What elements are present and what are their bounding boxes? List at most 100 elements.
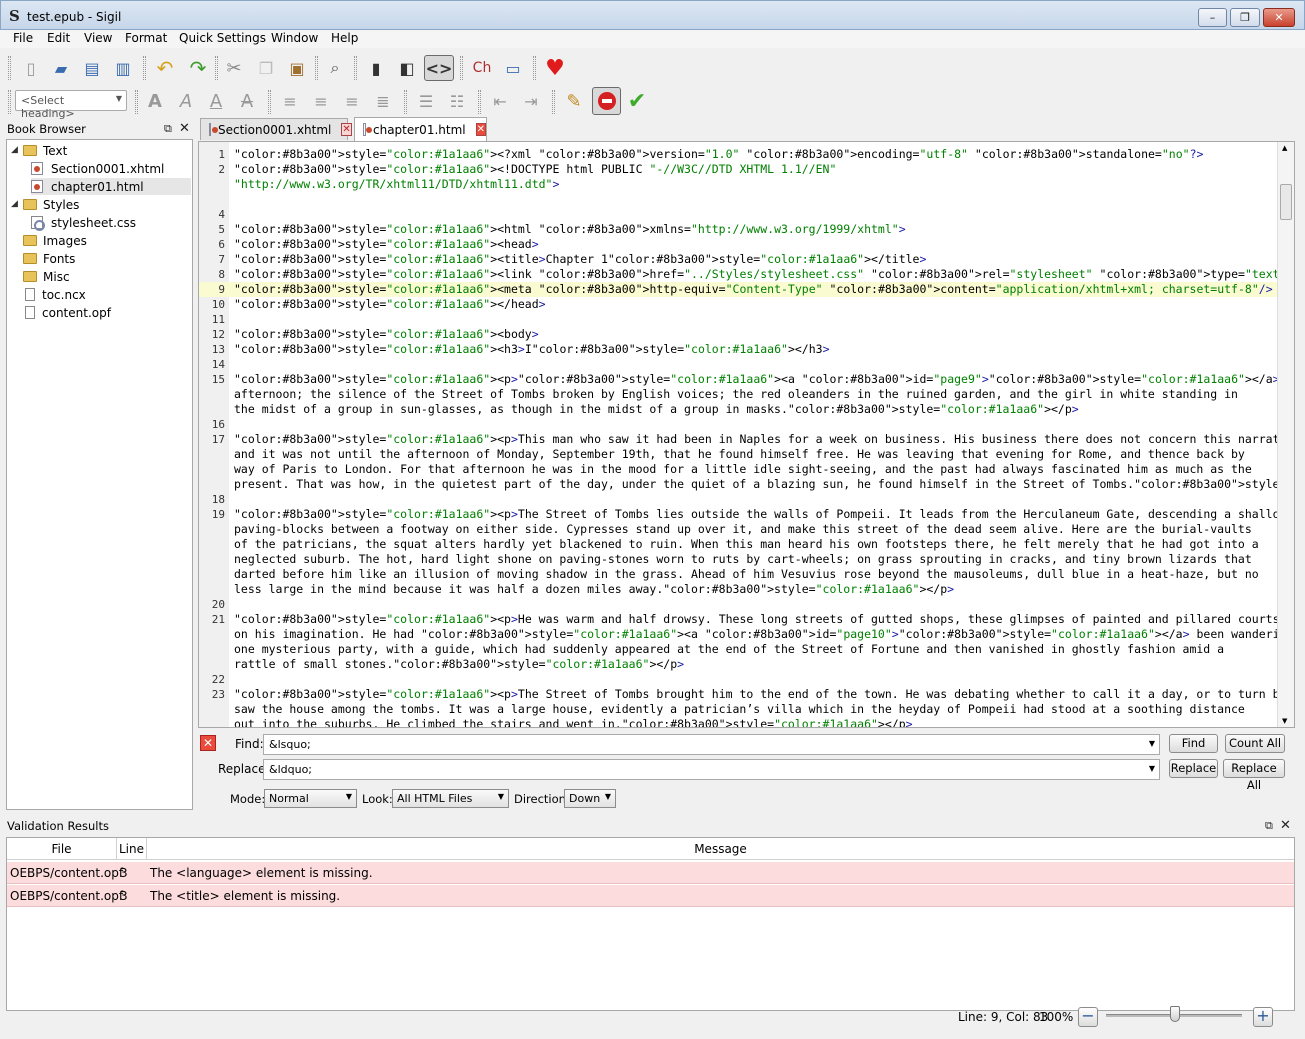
find-button[interactable]: Find (1169, 734, 1218, 753)
italic-icon[interactable]: A (173, 88, 199, 114)
code-line[interactable]: afternoon; the silence of the Street of … (199, 387, 1277, 402)
expand-arrow-icon[interactable]: ◢ (11, 199, 18, 209)
close-find-icon[interactable]: ✕ (200, 735, 216, 751)
zoom-slider-handle[interactable] (1170, 1006, 1180, 1022)
tree-item-styles-folder[interactable]: Styles (23, 196, 79, 213)
code-line[interactable]: 12 "color:#8b3a00">style="color:#1a1aa6">… (199, 327, 1277, 342)
code-line[interactable]: paving-blocks between a footway on eithe… (199, 522, 1277, 537)
bold-icon[interactable]: A (142, 88, 168, 114)
toolbar-grip[interactable] (460, 56, 463, 80)
code-line[interactable]: 18 (199, 492, 1277, 507)
float-panel-icon[interactable]: ⧉ (1265, 819, 1273, 833)
tree-item-chapter01[interactable]: chapter01.html (31, 178, 191, 195)
toolbar-grip[interactable] (478, 90, 481, 114)
justify-icon[interactable]: ≣ (370, 88, 396, 114)
new-file-icon[interactable]: ▯ (18, 55, 44, 81)
tree-item-section0001[interactable]: Section0001.xhtml (31, 160, 164, 177)
toolbar-grip[interactable] (404, 90, 407, 114)
code-line[interactable]: 17 "color:#8b3a00">style="color:#1a1aa6"… (199, 432, 1294, 447)
validate-icon[interactable]: ✔ (624, 88, 650, 114)
code-line[interactable]: darted before him like an illusion of mo… (199, 567, 1277, 582)
toolbar-grip[interactable] (143, 56, 146, 80)
code-line[interactable]: rattle of small stones."color:#8b3a00">s… (199, 657, 1277, 672)
code-line[interactable]: 11 (199, 312, 1277, 327)
look-select[interactable]: All HTML Files ▼ (392, 789, 509, 808)
close-tab-icon[interactable]: ✕ (341, 123, 352, 136)
bullet-list-icon[interactable]: ☰ (413, 88, 439, 114)
tree-item-toc[interactable]: toc.ncx (25, 286, 86, 303)
menu-file[interactable]: File (13, 31, 33, 45)
code-line[interactable]: neglected suburb. The hot, hard light sh… (199, 552, 1277, 567)
align-center-icon[interactable]: ≡ (308, 88, 334, 114)
cut-icon[interactable]: ✂ (221, 55, 247, 81)
tree-item-misc-folder[interactable]: Misc (23, 268, 70, 285)
tree-item-content-opf[interactable]: content.opf (25, 304, 111, 321)
code-line[interactable]: 15 "color:#8b3a00">style="color:#1a1aa6"… (199, 372, 1294, 387)
code-line[interactable]: 7 "color:#8b3a00">style="color:#1a1aa6">… (199, 252, 1277, 267)
replace-all-button[interactable]: Replace All (1223, 759, 1285, 792)
code-line[interactable]: the midst of a group in sun-glasses, as … (199, 402, 1277, 417)
code-line[interactable]: way of Paris to London. For that afterno… (199, 462, 1277, 477)
toolbar-grip[interactable] (135, 90, 138, 114)
code-line[interactable]: 1 "color:#8b3a00">style="color:#1a1aa6"><… (199, 147, 1277, 162)
code-line[interactable]: 21 "color:#8b3a00">style="color:#1a1aa6"… (199, 612, 1294, 627)
maximize-button[interactable]: ❐ (1230, 8, 1260, 27)
close-panel-icon[interactable]: ✕ (179, 121, 190, 136)
close-panel-icon[interactable]: ✕ (1280, 818, 1291, 833)
code-line[interactable]: 9 "color:#8b3a00">style="color:#1a1aa6">… (199, 282, 1277, 297)
count-all-button[interactable]: Count All (1225, 734, 1285, 753)
preview-icon[interactable]: ▭ (500, 55, 526, 81)
increase-indent-icon[interactable]: ⇥ (518, 88, 544, 114)
float-panel-icon[interactable]: ⧉ (164, 122, 172, 136)
replace-input[interactable]: &ldquo; ▼ (263, 759, 1160, 780)
find-input[interactable]: &lsquo; ▼ (263, 734, 1160, 755)
menu-help[interactable]: Help (331, 31, 358, 45)
donate-heart-icon[interactable]: ♥ (542, 55, 568, 81)
tree-item-fonts-folder[interactable]: Fonts (23, 250, 75, 267)
find-icon[interactable]: ⌕ (322, 55, 348, 81)
open-icon[interactable]: ▰ (48, 55, 74, 81)
spellcheck-icon[interactable]: Ch (469, 55, 495, 81)
code-line[interactable]: 19 "color:#8b3a00">style="color:#1a1aa6"… (199, 507, 1294, 522)
code-line[interactable]: 14 (199, 357, 1277, 372)
code-line[interactable]: 2 "color:#8b3a00">style="color:#1a1aa6"><… (199, 162, 1277, 177)
column-header-file[interactable]: File (7, 838, 117, 860)
code-line[interactable]: 8 "color:#8b3a00">style="color:#1a1aa6">… (199, 267, 1294, 282)
column-header-line[interactable]: Line (117, 838, 147, 860)
code-line[interactable]: 22 (199, 672, 1277, 687)
align-left-icon[interactable]: ≡ (277, 88, 303, 114)
tab-chapter01[interactable]: chapter01.html ✕ (354, 117, 487, 141)
menu-view[interactable]: View (84, 31, 112, 45)
toolbar-grip[interactable] (8, 56, 11, 80)
toolbar-grip[interactable] (8, 90, 11, 114)
close-tab-icon[interactable]: ✕ (475, 123, 486, 136)
menu-edit[interactable]: Edit (47, 31, 70, 45)
code-line[interactable]: and it was not until the afternoon of Mo… (199, 447, 1277, 462)
chevron-down-icon[interactable]: ▼ (1149, 739, 1155, 748)
scrollbar-thumb[interactable] (1280, 184, 1292, 220)
tree-item-text-folder[interactable]: Text (23, 142, 67, 159)
code-line[interactable]: present. That was how, in the quietest p… (199, 477, 1294, 492)
zoom-in-button[interactable]: + (1253, 1007, 1273, 1027)
tree-item-images-folder[interactable]: Images (23, 232, 87, 249)
undo-icon[interactable]: ↶ (152, 55, 178, 81)
decrease-indent-icon[interactable]: ⇤ (487, 88, 513, 114)
heading-select[interactable]: <Select heading> ▼ (15, 90, 127, 120)
minimize-button[interactable]: – (1198, 8, 1227, 27)
column-header-message[interactable]: Message (147, 838, 1294, 860)
book-view-icon[interactable]: ▮ (363, 55, 389, 81)
toolbar-grip[interactable] (315, 56, 318, 80)
save-as-icon[interactable]: ▥ (110, 55, 136, 81)
redo-icon[interactable]: ↷ (185, 55, 211, 81)
toolbar-grip[interactable] (215, 56, 218, 80)
scroll-up-icon[interactable]: ▲ (1282, 144, 1287, 152)
strikethrough-icon[interactable]: A (234, 88, 260, 114)
code-line[interactable]: 5 "color:#8b3a00">style="color:#1a1aa6"><… (199, 222, 1277, 237)
direction-select[interactable]: Down ▼ (564, 789, 616, 808)
code-line[interactable]: 10 "color:#8b3a00">style="color:#1a1aa6">… (199, 297, 1277, 312)
toolbar-grip[interactable] (354, 56, 357, 80)
code-line[interactable]: 4 (199, 207, 1277, 222)
mode-select[interactable]: Normal ▼ (264, 789, 357, 808)
paste-icon[interactable]: ▣ (284, 55, 310, 81)
menu-window[interactable]: Window (271, 31, 318, 45)
